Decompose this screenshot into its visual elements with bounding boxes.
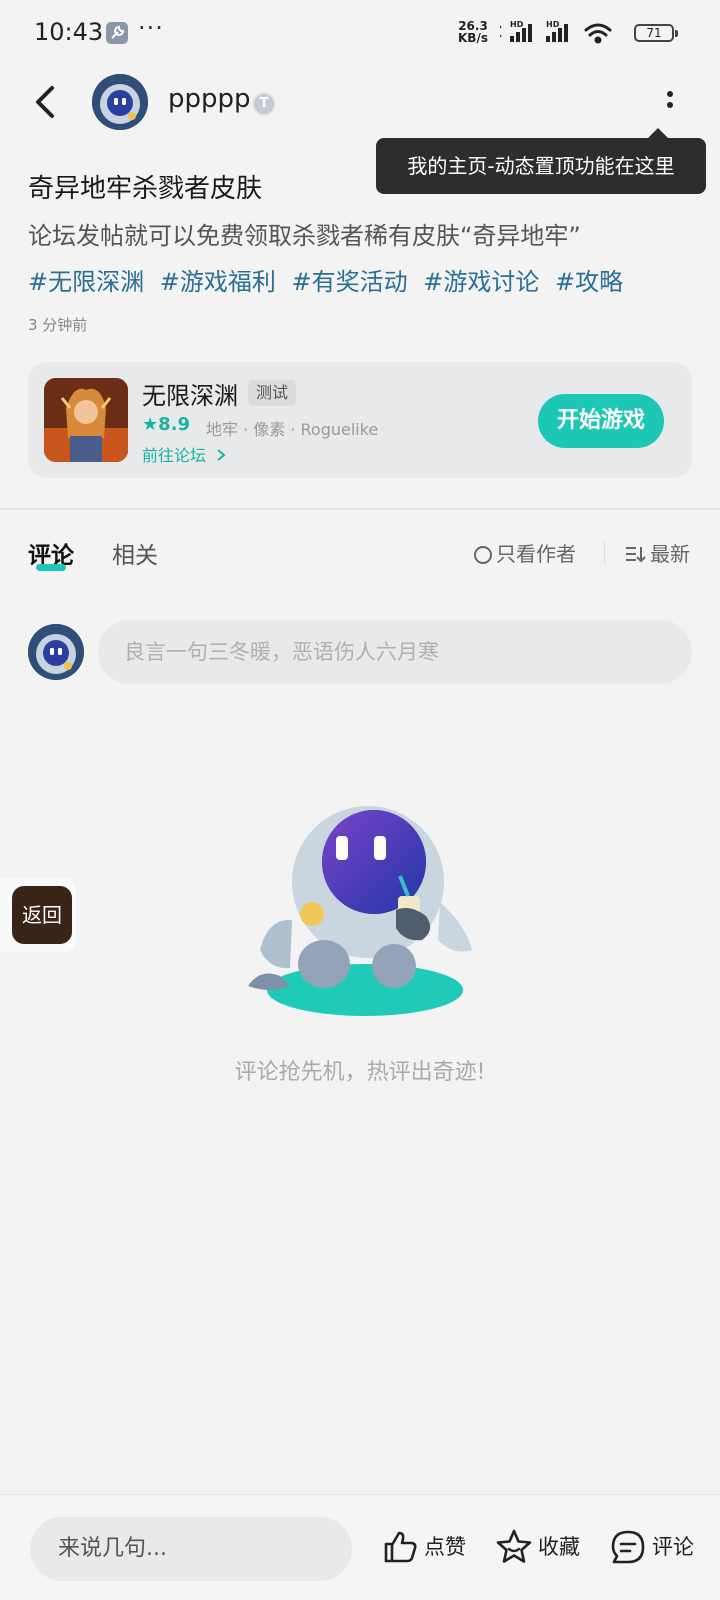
dot-icon <box>667 102 673 108</box>
user-avatar <box>28 624 84 680</box>
author-avatar[interactable] <box>92 74 148 130</box>
status-time: 10:43 <box>34 18 104 46</box>
bottom-comment-input[interactable]: 来说几句... <box>30 1517 352 1581</box>
game-icon[interactable] <box>44 378 128 462</box>
author-name[interactable]: ppppp <box>168 84 251 114</box>
status-icons: HD HD <box>500 20 612 44</box>
verified-badge-icon: T <box>252 92 276 116</box>
post-body: 论坛发帖就可以免费领取杀戮者稀有皮肤“奇异地牢” <box>28 222 581 250</box>
floating-back-button[interactable]: 返回 <box>0 878 76 952</box>
tag-link[interactable]: #攻略 <box>555 268 623 296</box>
tooltip: 我的主页-动态置顶功能在这里 <box>376 128 706 194</box>
status-bar: 10:43 ··· 26.3 KB/s HD HD 71 <box>0 0 720 64</box>
robot-mascot-illustration <box>248 806 472 1016</box>
comment-bubble-icon <box>611 1530 645 1564</box>
start-game-button[interactable]: 开始游戏 <box>538 394 664 448</box>
tag-link[interactable]: #游戏福利 <box>160 268 276 296</box>
empty-state-text: 评论抢先机，热评出奇迹! <box>234 1060 486 1085</box>
wrench-icon <box>106 22 128 44</box>
favorite-button[interactable]: 收藏 <box>494 1525 584 1569</box>
game-genres: 地牢 · 像素 · Roguelike <box>206 420 379 439</box>
post-title: 奇异地牢杀戮者皮肤 <box>28 174 263 204</box>
svg-text:HD: HD <box>510 20 524 29</box>
thumbs-up-icon <box>384 1531 417 1563</box>
comment-input[interactable]: 良言一句三冬暖，恶语伤人六月寒 <box>98 620 692 684</box>
game-card[interactable]: 无限深渊 测试 ★8.9 地牢 · 像素 · Roguelike 前往论坛 开始… <box>28 362 692 478</box>
chevron-left-icon <box>36 86 54 118</box>
signal-hd-icon: HD <box>510 20 532 42</box>
wifi-icon <box>584 23 612 44</box>
author-only-toggle[interactable]: 只看作者 <box>474 538 576 567</box>
back-button[interactable] <box>30 82 64 122</box>
tab-related[interactable]: 相关 <box>112 536 158 570</box>
svg-text:HD: HD <box>546 20 560 29</box>
game-forum-link[interactable]: 前往论坛 <box>142 442 227 466</box>
post-timestamp: 3 分钟前 <box>28 316 88 334</box>
game-rating: ★8.9 <box>142 414 191 435</box>
game-status-badge: 测试 <box>248 380 297 406</box>
separator <box>604 542 605 564</box>
star-outline-icon <box>496 1529 532 1563</box>
more-options-button[interactable] <box>660 88 680 118</box>
comment-button[interactable]: 评论 <box>608 1525 698 1569</box>
radio-circle-icon <box>474 546 492 564</box>
tab-active-indicator <box>36 564 66 571</box>
more-notifications-icon: ··· <box>138 14 164 42</box>
signal-hd-icon: HD <box>546 20 568 42</box>
sort-icon <box>626 547 646 563</box>
tag-link[interactable]: #有奖活动 <box>292 268 408 296</box>
like-button[interactable]: 点赞 <box>380 1525 470 1569</box>
battery-icon: 71 <box>634 24 678 42</box>
network-speed: 26.3 KB/s <box>458 19 488 45</box>
star-icon: ★ <box>142 414 159 435</box>
chevron-right-icon <box>217 449 226 461</box>
tag-list: #无限深渊 #游戏福利 #有奖活动 #游戏讨论 #攻略 <box>28 262 631 297</box>
bottom-bar: 来说几句... 点赞 收藏 评论 <box>0 1494 720 1600</box>
tag-link[interactable]: #游戏讨论 <box>423 268 539 296</box>
divider <box>0 508 720 510</box>
tag-link[interactable]: #无限深渊 <box>28 268 144 296</box>
game-name[interactable]: 无限深渊 <box>142 376 238 411</box>
sort-latest-button[interactable]: 最新 <box>624 538 690 567</box>
dot-icon <box>667 91 673 97</box>
floating-back-label[interactable]: 返回 <box>12 886 72 944</box>
